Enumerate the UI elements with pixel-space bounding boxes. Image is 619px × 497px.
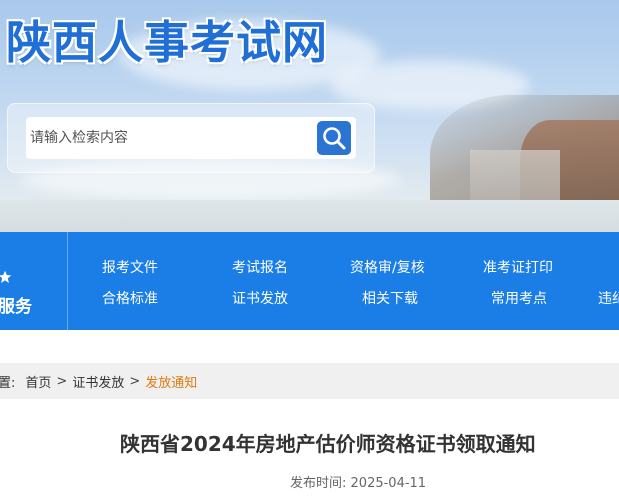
nav-item-exam-registration[interactable]: 考试报名: [232, 257, 288, 277]
breadcrumb-certificate-issuance[interactable]: 证书发放: [72, 372, 124, 391]
publish-date: 2025-04-11: [350, 476, 427, 491]
nav-item-downloads[interactable]: 相关下载: [362, 288, 418, 308]
nav-item-exam-documents[interactable]: 报考文件: [102, 257, 158, 277]
nav-item-violations[interactable]: 违纪: [598, 288, 619, 308]
breadcrumb-home[interactable]: 首页: [25, 372, 51, 391]
publish-info: 发布时间: 2025-04-11: [290, 472, 426, 491]
breadcrumb-separator: >: [129, 373, 141, 389]
breadcrumb-separator: >: [56, 373, 68, 389]
nav-service-label: 服务: [0, 297, 32, 317]
breadcrumb-prefix: 置:: [0, 375, 16, 391]
nav-service-block[interactable]: 服务: [0, 232, 68, 330]
site-header: 陕西人事考试网: [0, 0, 619, 232]
main-nav: 服务 报考文件 考试报名 资格审/复核 准考证打印 合格标准 证书发放 相关下载…: [0, 232, 619, 330]
publish-label: 发布时间:: [290, 476, 347, 491]
search-button[interactable]: [317, 121, 351, 155]
star-icon: [0, 270, 12, 283]
nav-item-admission-ticket[interactable]: 准考证打印: [483, 257, 553, 277]
nav-item-passing-standard[interactable]: 合格标准: [102, 288, 158, 308]
breadcrumb: 置: 首页 > 证书发放 > 发放通知: [0, 363, 619, 399]
nav-item-certificate-issuance[interactable]: 证书发放: [232, 288, 288, 308]
search-icon: [323, 127, 346, 150]
search-box: [26, 117, 356, 159]
breadcrumb-current[interactable]: 发放通知: [145, 372, 197, 391]
site-title[interactable]: 陕西人事考试网: [6, 6, 328, 71]
search-input[interactable]: [30, 117, 310, 159]
nav-item-exam-sites[interactable]: 常用考点: [491, 288, 547, 308]
background-ground: [0, 200, 619, 232]
nav-item-qualification-review[interactable]: 资格审/复核: [350, 257, 425, 277]
article-title: 陕西省2024年房地产估价师资格证书领取通知: [120, 432, 536, 456]
